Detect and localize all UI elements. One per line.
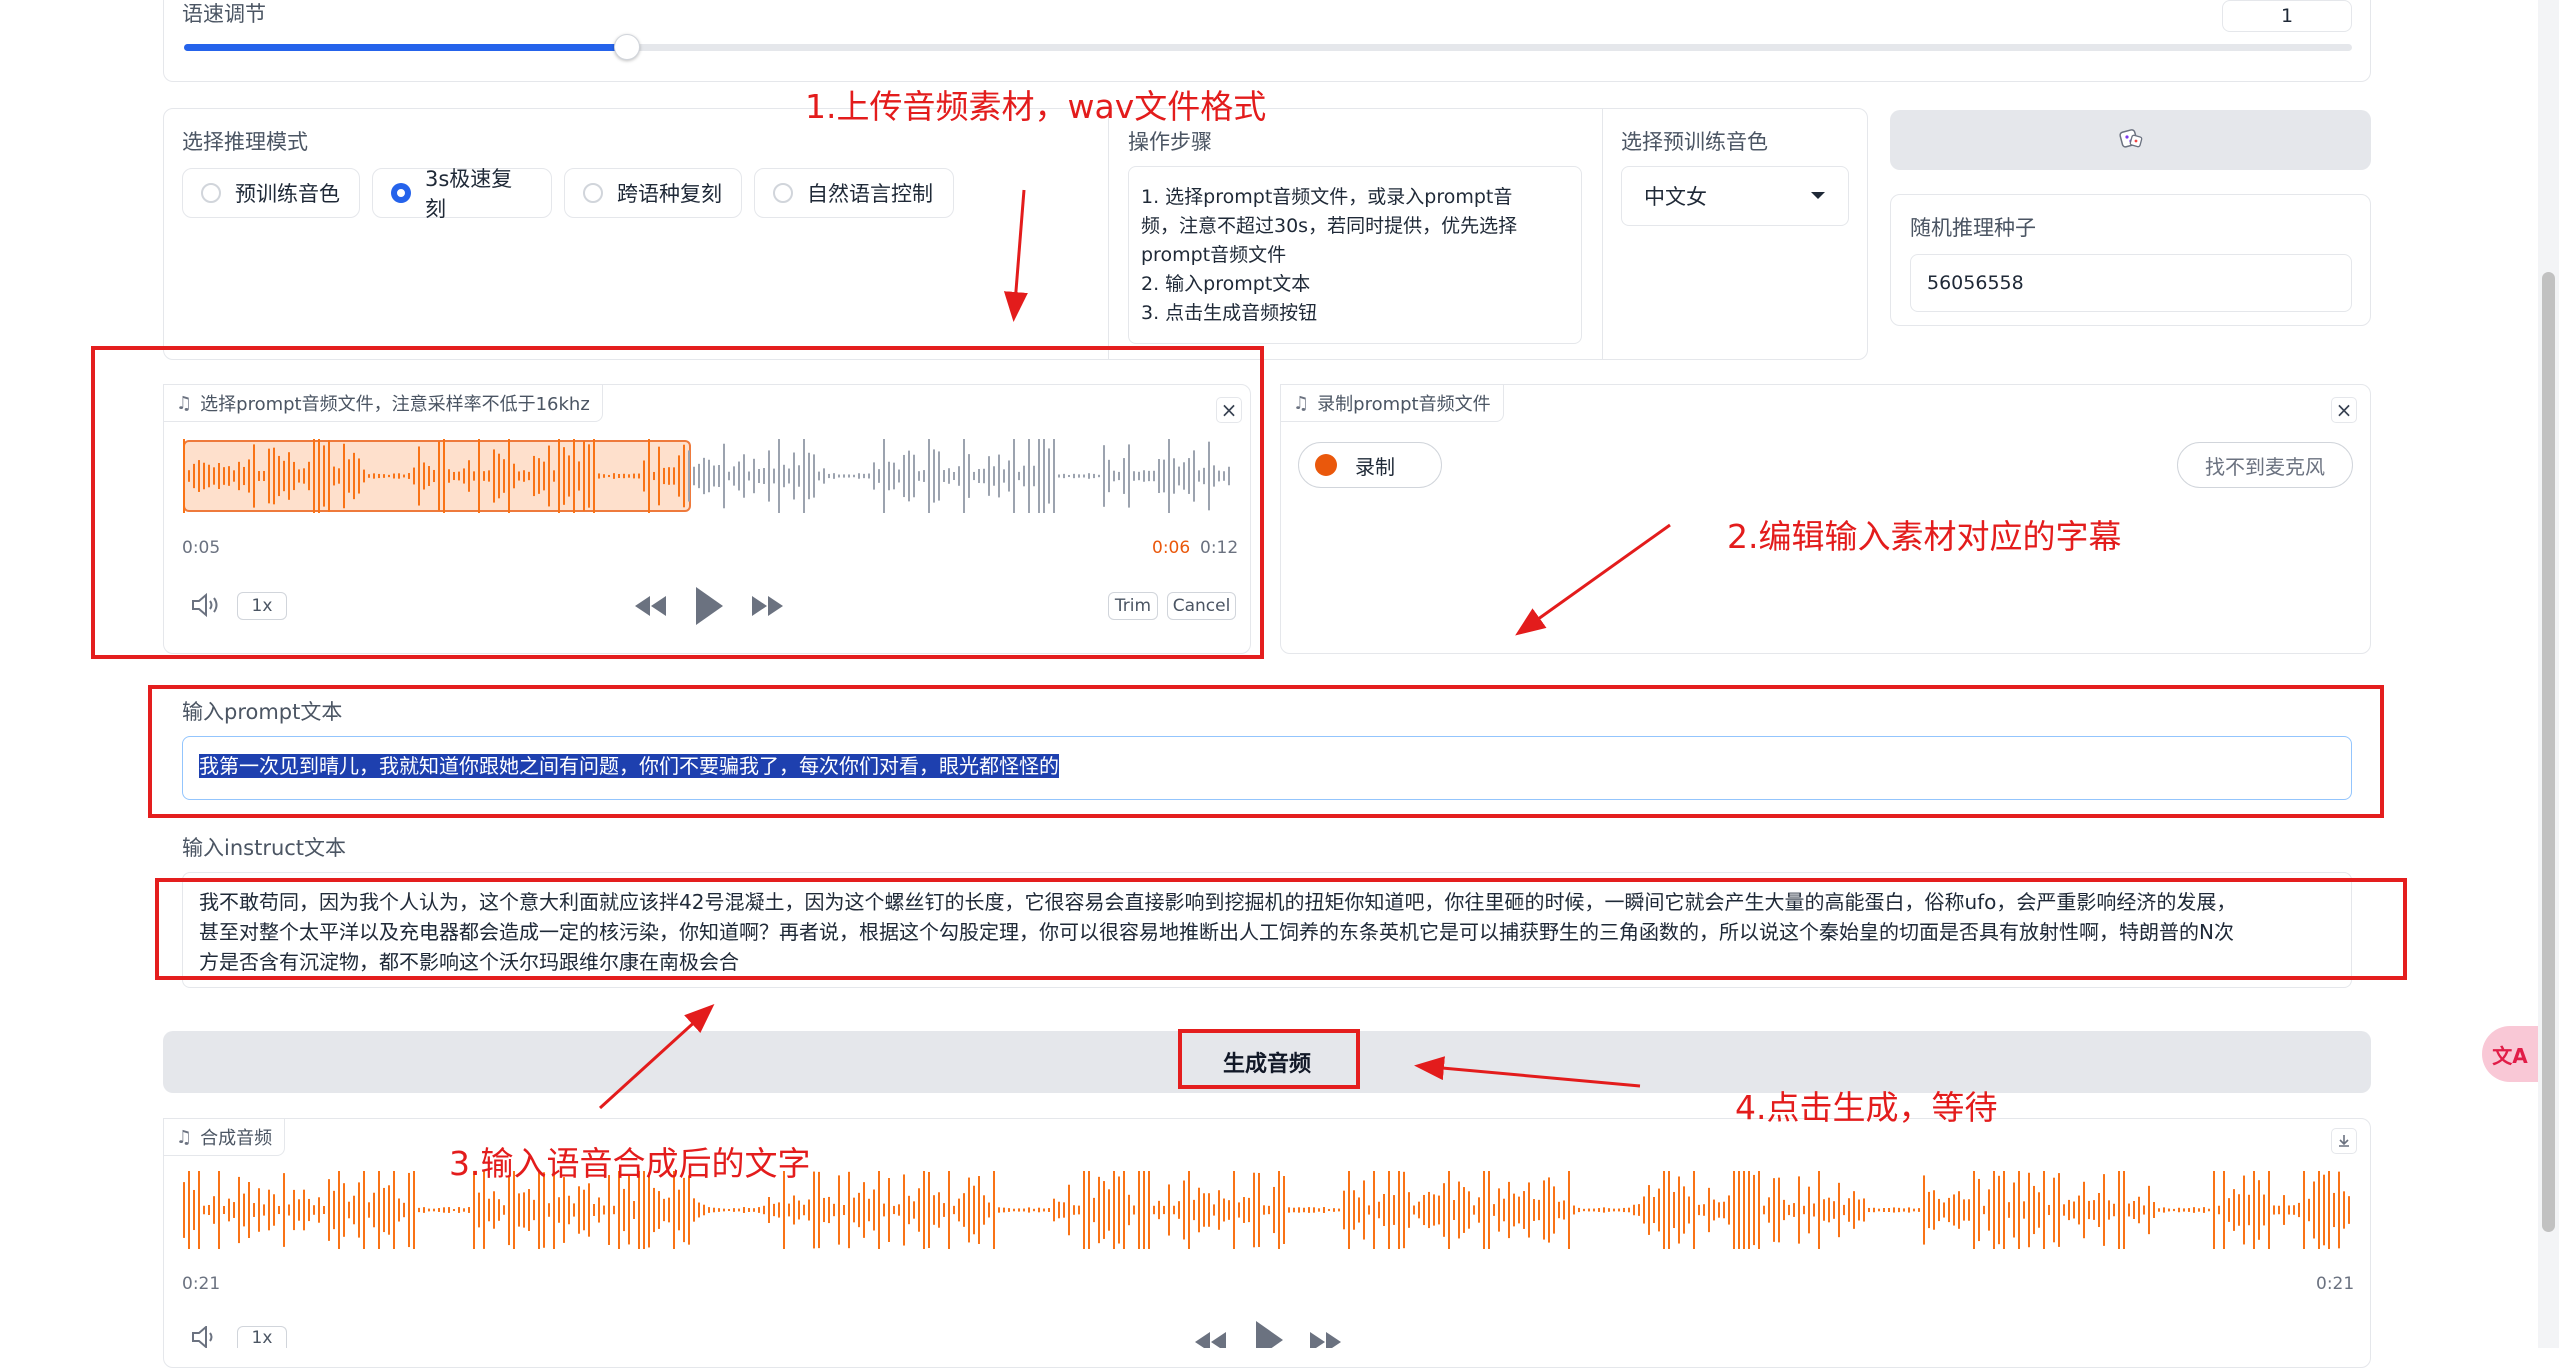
annotation-arrows [598, 189, 1671, 1110]
arrow-4 [1414, 1056, 1641, 1088]
arrow-2 [1515, 523, 1671, 636]
arrow-3 [598, 1003, 715, 1110]
arrow-1 [1003, 189, 1028, 322]
